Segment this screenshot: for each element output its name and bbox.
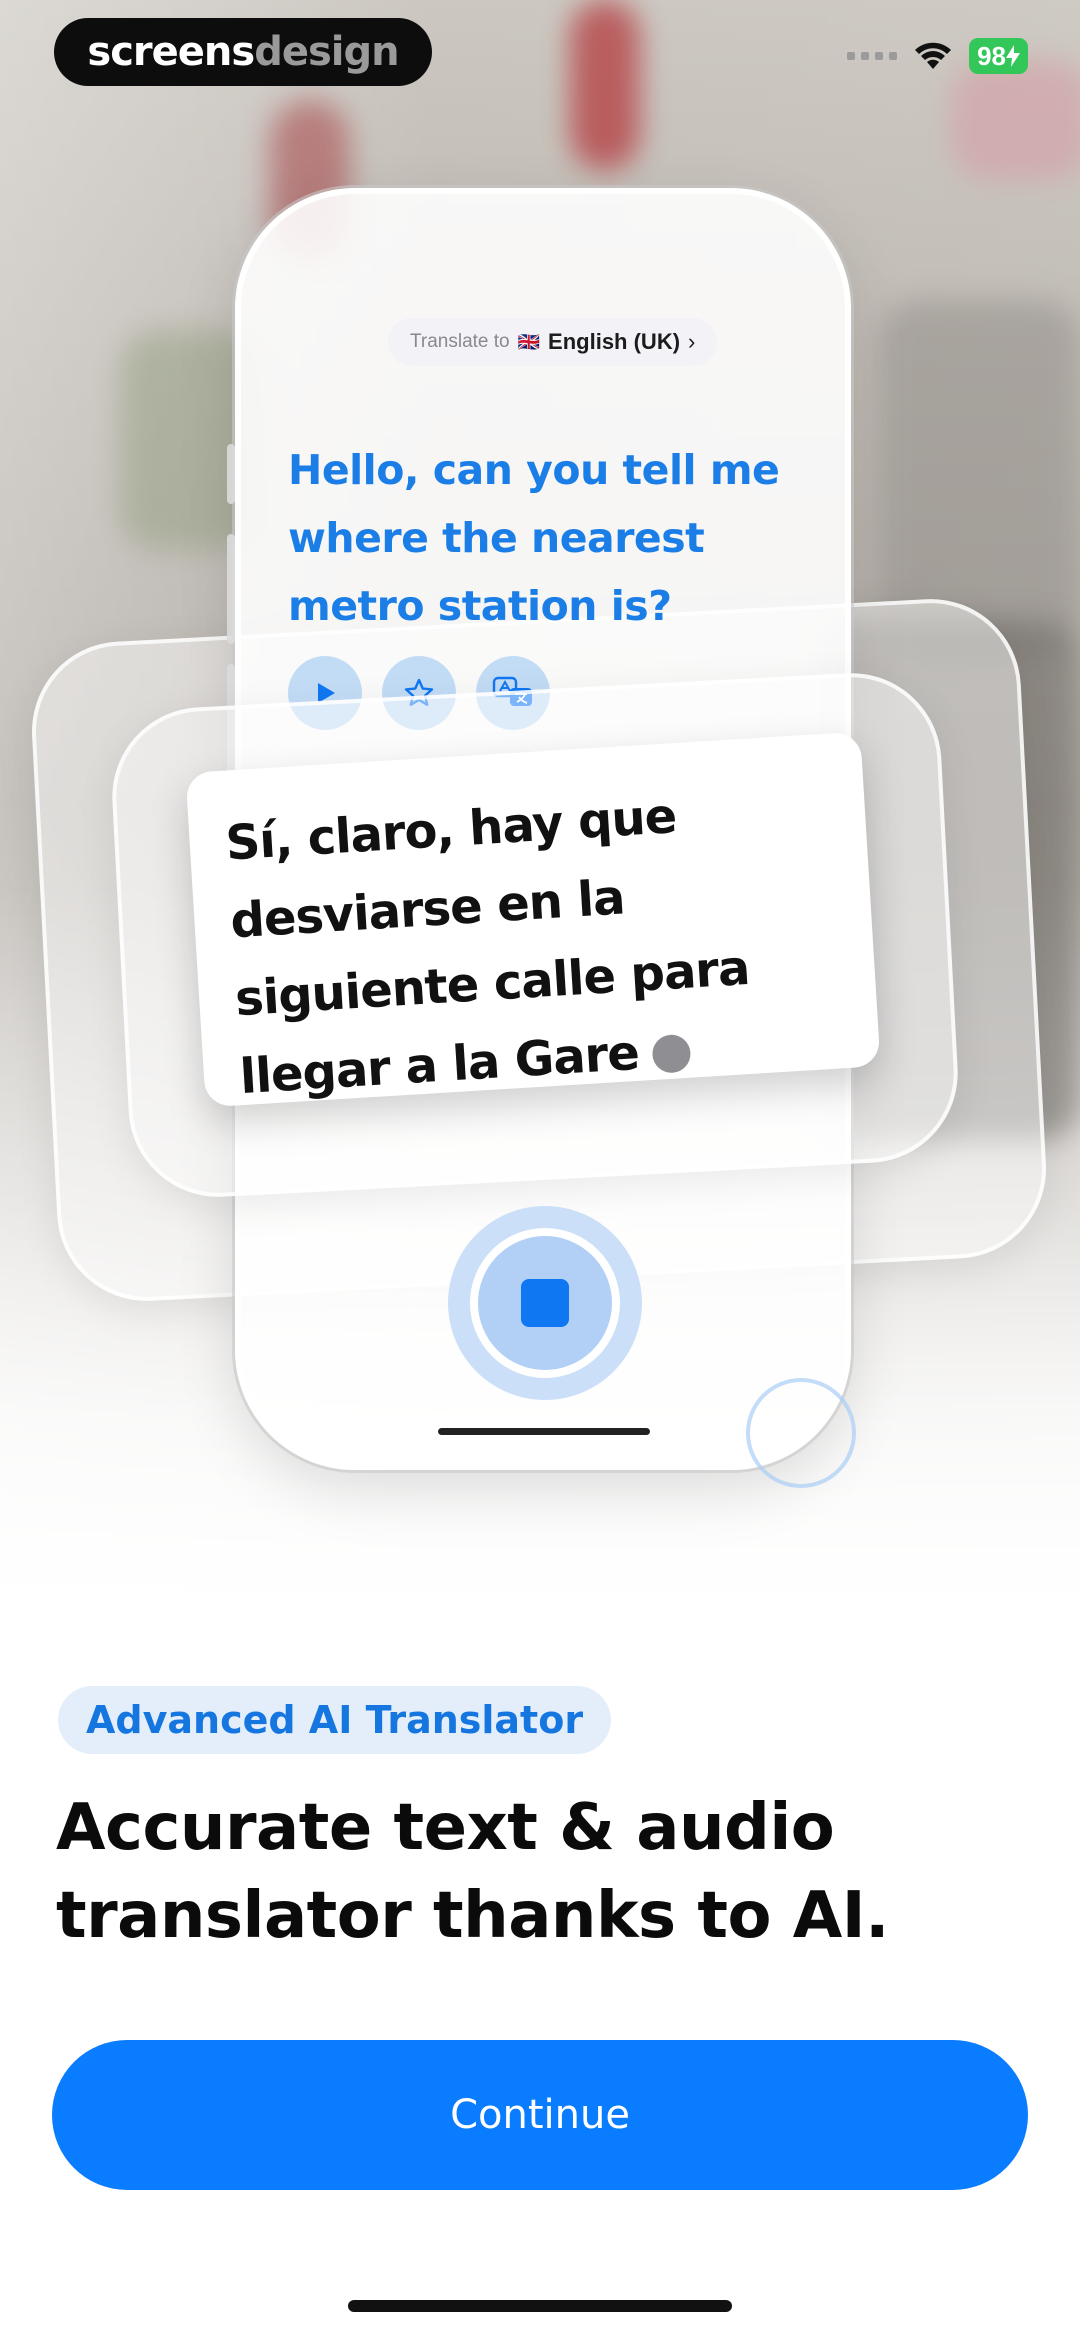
battery-indicator: 98	[969, 38, 1028, 74]
uk-flag-icon: 🇬🇧	[517, 331, 541, 352]
status-bar: 98	[847, 38, 1028, 74]
source-text: Hello, can you tell me where the nearest…	[288, 446, 780, 630]
touch-indicator	[746, 1378, 856, 1488]
logo-text-primary: screens	[87, 29, 255, 75]
phone-side-button	[227, 534, 235, 644]
record-button-inner	[470, 1228, 620, 1378]
screensdesign-logo: screens design	[54, 18, 432, 86]
stop-recording-button[interactable]	[448, 1206, 642, 1400]
wifi-icon	[915, 42, 952, 69]
typing-indicator	[651, 1033, 692, 1074]
logo-text-secondary: design	[254, 29, 399, 75]
translate-to-label: Translate to	[410, 331, 510, 352]
onboarding-headline: Accurate text & audio translator thanks …	[56, 1791, 889, 1953]
stop-icon	[521, 1279, 569, 1327]
background-blur-shape	[950, 60, 1080, 180]
translate-to-selector[interactable]: Translate to 🇬🇧 English (UK) ›	[388, 318, 718, 366]
home-indicator	[348, 2300, 732, 2312]
background-blur-shape	[570, 0, 640, 170]
cellular-signal-icon	[847, 52, 898, 60]
continue-button[interactable]: Continue	[52, 2040, 1028, 2190]
charging-bolt-icon	[1006, 45, 1020, 67]
phone-side-button	[227, 444, 235, 504]
battery-level: 98	[977, 40, 1006, 71]
chevron-right-icon: ›	[688, 329, 696, 354]
feature-badge: Advanced AI Translator	[58, 1686, 612, 1754]
translation-card: Sí, claro, hay que desviarse en la sigui…	[185, 731, 881, 1108]
target-language: English (UK)	[548, 329, 681, 354]
translated-text-wrapper: Sí, claro, hay que desviarse en la sigui…	[223, 768, 841, 1116]
phone-home-indicator	[438, 1428, 650, 1435]
